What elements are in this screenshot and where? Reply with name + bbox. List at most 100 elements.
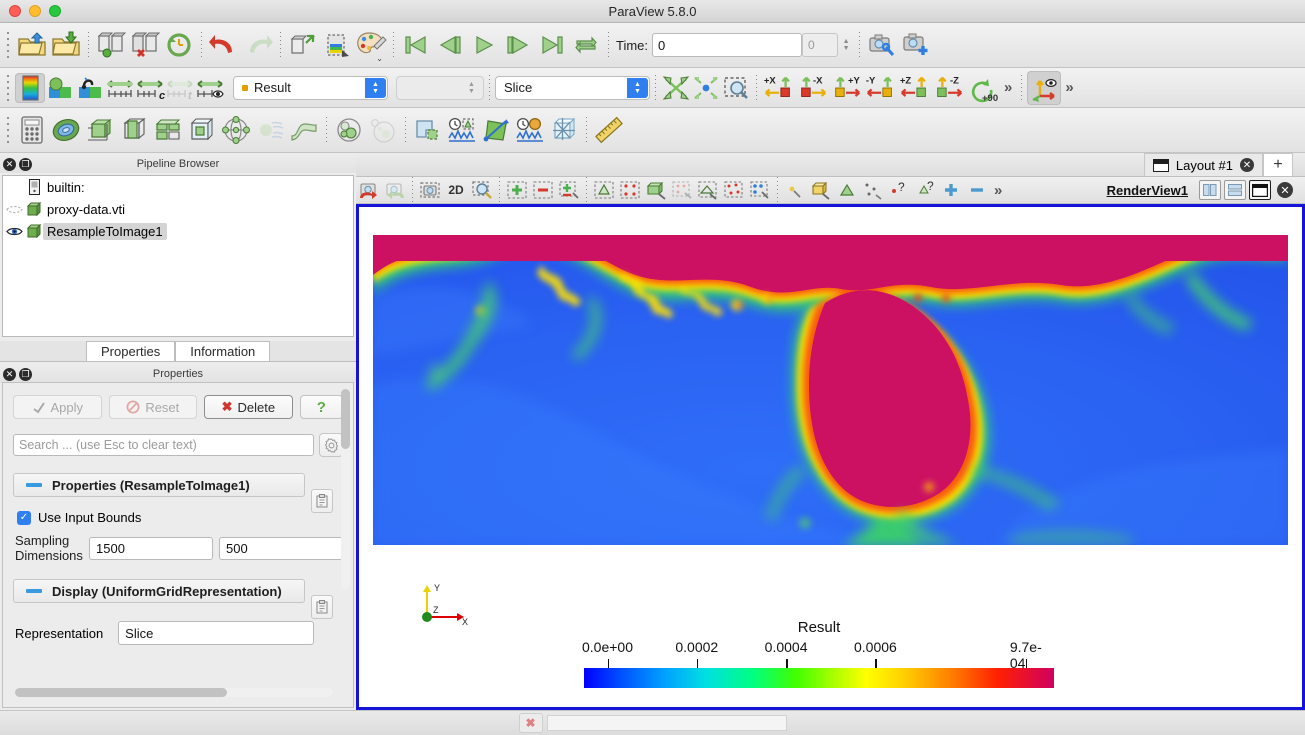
ruler-icon[interactable] (592, 113, 626, 147)
rescale-temporal-icon[interactable]: t (165, 73, 195, 103)
sampling-dim-x-input[interactable]: 1500 (89, 536, 213, 560)
redo-camera-icon[interactable] (382, 178, 408, 202)
pipeline-item-proxy-data[interactable]: proxy-data.vti (3, 198, 353, 220)
hover-points-icon[interactable] (834, 178, 860, 202)
set-view-minus-y-button[interactable]: -Y (864, 71, 898, 105)
chevron-updown-icon[interactable]: ▲ ▼ (461, 78, 482, 98)
component-combo[interactable]: ▲ ▼ (396, 75, 484, 100)
chevron-updown-icon[interactable]: ▲ ▼ (365, 77, 386, 98)
toolbar-grip[interactable] (3, 32, 12, 58)
use-input-bounds-checkbox[interactable]: ✓ (17, 510, 31, 525)
extract-level-icon[interactable] (366, 113, 400, 147)
first-frame-icon[interactable] (399, 28, 433, 62)
collapse-minus-icon[interactable] (26, 483, 42, 487)
properties-copy-button[interactable] (311, 489, 333, 513)
zoom-to-box-icon[interactable] (721, 73, 751, 103)
edit-color-legend-icon[interactable] (195, 73, 225, 103)
tab-properties[interactable]: Properties (86, 341, 176, 361)
help-button[interactable]: ? (299, 395, 343, 419)
save-state-icon[interactable] (49, 28, 83, 62)
view-toolbar-overflow-icon[interactable]: » (990, 182, 1006, 199)
pipeline-item-builtin[interactable]: builtin: (3, 176, 353, 198)
loop-icon[interactable] (569, 28, 603, 62)
next-frame-icon[interactable] (501, 28, 535, 62)
zoom-to-data-icon[interactable] (691, 73, 721, 103)
toolbar-overflow-icon[interactable]: » (1000, 79, 1016, 96)
properties-horizontal-scrollbar[interactable] (15, 688, 333, 697)
play-icon[interactable] (467, 28, 501, 62)
pipeline-tree[interactable]: builtin: proxy-data.vti ResampleToImage1 (2, 175, 354, 337)
color-legend-bar[interactable] (584, 668, 1054, 688)
set-view-plus-y-button[interactable]: +Y (830, 71, 864, 105)
display-copy-button[interactable] (311, 595, 333, 619)
screenshot-icon[interactable] (417, 178, 443, 202)
orientation-axes-widget[interactable]: Y X Z (414, 579, 474, 629)
properties-section-header[interactable]: Properties (ResampleToImage1) (13, 473, 305, 497)
close-icon[interactable]: ✕ (1240, 158, 1254, 172)
search-input[interactable]: Search ... (use Esc to clear text) (13, 434, 314, 456)
calculator-icon[interactable] (15, 113, 49, 147)
reset-session-icon[interactable] (162, 28, 196, 62)
camera-add-icon[interactable] (899, 28, 933, 62)
last-frame-icon[interactable] (535, 28, 569, 62)
undo-camera-icon[interactable] (356, 178, 382, 202)
select-points-icon[interactable] (617, 178, 643, 202)
set-view-plus-x-button[interactable]: +X (762, 71, 796, 105)
colormap-icon[interactable] (15, 72, 45, 103)
render-view[interactable]: Y X Z Result 0.0e+00 0.0002 0.0004 0.000… (356, 204, 1305, 710)
render-canvas[interactable]: Y X Z Result 0.0e+00 0.0002 0.0004 0.000… (359, 207, 1302, 707)
subtract-selection-icon[interactable] (530, 178, 556, 202)
frustum-points-icon[interactable] (721, 178, 747, 202)
previous-frame-icon[interactable] (433, 28, 467, 62)
extract-subset-icon[interactable] (185, 113, 219, 147)
find-data-point-icon[interactable]: ? (886, 178, 912, 202)
frame-index-input[interactable]: 0 (802, 33, 839, 57)
set-view-minus-z-button[interactable]: -Z (932, 71, 966, 105)
stop-button[interactable]: ✖ (518, 713, 543, 733)
add-layout-button[interactable]: + (1263, 153, 1293, 176)
group-datasets-icon[interactable] (332, 113, 366, 147)
fractal-visualization[interactable] (373, 235, 1288, 545)
time-input[interactable]: 0 (652, 33, 803, 57)
rescale-over-time-icon[interactable]: c (135, 73, 165, 103)
split-vertical-icon[interactable] (1224, 180, 1246, 200)
probe-location-icon[interactable] (513, 113, 547, 147)
collapse-minus-icon[interactable] (26, 589, 42, 593)
clip-icon[interactable] (83, 113, 117, 147)
rescale-custom-icon[interactable] (75, 73, 105, 103)
glyph-icon[interactable] (219, 113, 253, 147)
select-query-icon[interactable] (860, 178, 886, 202)
minus-icon[interactable] (964, 178, 990, 202)
extract-block-icon[interactable] (411, 113, 445, 147)
hover-cells-icon[interactable] (808, 178, 834, 202)
set-view-minus-x-button[interactable]: -X (796, 71, 830, 105)
disconnect-server-icon[interactable]: ✖ (128, 28, 162, 62)
zoom-select-icon[interactable] (469, 178, 495, 202)
toolbar-grip[interactable] (3, 74, 12, 101)
load-data-icon[interactable] (286, 28, 320, 62)
apply-button[interactable]: Apply (13, 395, 102, 419)
tab-information[interactable]: Information (175, 341, 271, 361)
redo-icon[interactable] (241, 28, 275, 62)
plot-over-line-icon[interactable] (479, 113, 513, 147)
connect-server-icon[interactable] (94, 28, 128, 62)
reset-button[interactable]: Reset (108, 395, 198, 419)
color-legend[interactable]: Result 0.0e+00 0.0002 0.0004 0.0006 9.7e… (582, 619, 1054, 689)
block-select-icon[interactable] (747, 178, 773, 202)
undo-icon[interactable] (207, 28, 241, 62)
scrollbar-thumb[interactable] (15, 688, 227, 697)
representation-combo[interactable]: Slice ▲ ▼ (495, 75, 650, 100)
add-selection-icon[interactable] (504, 178, 530, 202)
representation-select[interactable]: Slice (118, 621, 315, 645)
toolbar-overflow-icon-2[interactable]: » (1061, 79, 1077, 96)
warp-icon[interactable] (287, 113, 321, 147)
rotate-90-button[interactable]: +90 (966, 71, 1000, 105)
layout-tab[interactable]: Layout #1 ✕ (1143, 153, 1263, 176)
color-array-combo[interactable]: Result ▲ ▼ (233, 75, 388, 100)
properties-settings-button[interactable] (319, 433, 343, 457)
properties-vertical-scrollbar[interactable] (341, 389, 350, 589)
close-view-icon[interactable]: ✕ (1274, 180, 1296, 200)
color-palette-icon[interactable]: ⌄ (354, 28, 388, 63)
split-horizontal-icon[interactable] (1199, 180, 1221, 200)
frustum-cells-icon[interactable] (695, 178, 721, 202)
